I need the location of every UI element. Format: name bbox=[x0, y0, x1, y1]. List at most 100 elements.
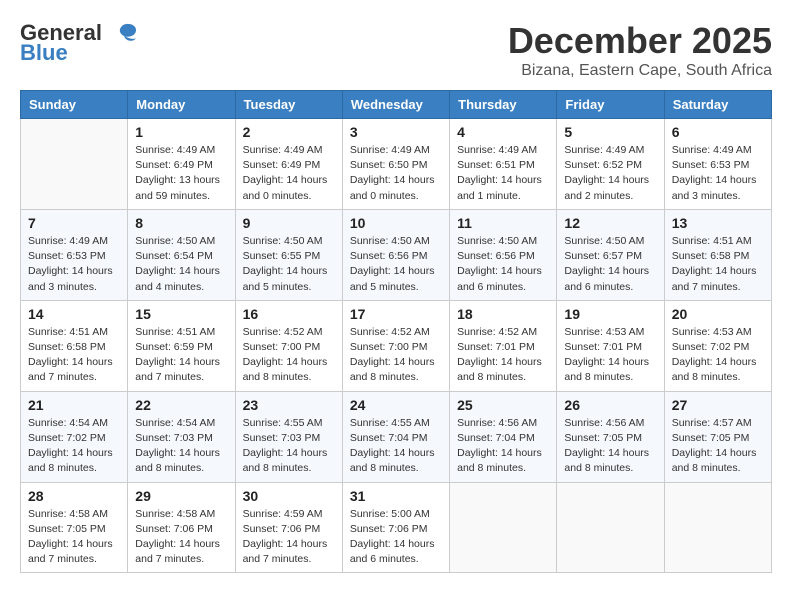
day-info: Sunrise: 4:52 AM Sunset: 7:00 PM Dayligh… bbox=[243, 325, 335, 386]
day-info: Sunrise: 4:56 AM Sunset: 7:05 PM Dayligh… bbox=[564, 416, 656, 477]
day-number: 10 bbox=[350, 215, 442, 231]
calendar-cell bbox=[450, 482, 557, 573]
calendar-day-header: Friday bbox=[557, 91, 664, 119]
calendar-cell: 16 Sunrise: 4:52 AM Sunset: 7:00 PM Dayli… bbox=[235, 300, 342, 391]
day-info: Sunrise: 4:53 AM Sunset: 7:01 PM Dayligh… bbox=[564, 325, 656, 386]
calendar-header-row: SundayMondayTuesdayWednesdayThursdayFrid… bbox=[21, 91, 772, 119]
calendar-cell: 20 Sunrise: 4:53 AM Sunset: 7:02 PM Dayli… bbox=[664, 300, 771, 391]
calendar-cell: 4Sunrise: 4:49 AM Sunset: 6:51 PM Daylig… bbox=[450, 119, 557, 210]
calendar-cell: 23Sunrise: 4:55 AM Sunset: 7:03 PM Dayli… bbox=[235, 391, 342, 482]
calendar-cell: 9Sunrise: 4:50 AM Sunset: 6:55 PM Daylig… bbox=[235, 209, 342, 300]
day-number: 21 bbox=[28, 397, 120, 413]
day-info: Sunrise: 4:54 AM Sunset: 7:02 PM Dayligh… bbox=[28, 416, 120, 477]
day-info: Sunrise: 4:51 AM Sunset: 6:59 PM Dayligh… bbox=[135, 325, 227, 386]
calendar-cell bbox=[21, 119, 128, 210]
day-number: 14 bbox=[28, 306, 120, 322]
day-number: 17 bbox=[350, 306, 442, 322]
day-info: Sunrise: 4:49 AM Sunset: 6:53 PM Dayligh… bbox=[672, 143, 764, 204]
calendar-week-row: 28 Sunrise: 4:58 AM Sunset: 7:05 PM Dayli… bbox=[21, 482, 772, 573]
day-number: 24 bbox=[350, 397, 442, 413]
calendar-cell: 24 Sunrise: 4:55 AM Sunset: 7:04 PM Dayli… bbox=[342, 391, 449, 482]
calendar-cell: 25 Sunrise: 4:56 AM Sunset: 7:04 PM Dayli… bbox=[450, 391, 557, 482]
day-number: 31 bbox=[350, 488, 442, 504]
calendar-day-header: Sunday bbox=[21, 91, 128, 119]
calendar-cell: 19 Sunrise: 4:53 AM Sunset: 7:01 PM Dayli… bbox=[557, 300, 664, 391]
calendar-cell: 15 Sunrise: 4:51 AM Sunset: 6:59 PM Dayli… bbox=[128, 300, 235, 391]
day-number: 1 bbox=[135, 124, 227, 140]
calendar-cell: 29Sunrise: 4:58 AM Sunset: 7:06 PM Dayli… bbox=[128, 482, 235, 573]
day-number: 20 bbox=[672, 306, 764, 322]
calendar-week-row: 14 Sunrise: 4:51 AM Sunset: 6:58 PM Dayli… bbox=[21, 300, 772, 391]
calendar-week-row: 1 Sunrise: 4:49 AM Sunset: 6:49 PM Daylig… bbox=[21, 119, 772, 210]
day-number: 30 bbox=[243, 488, 335, 504]
day-info: Sunrise: 4:50 AM Sunset: 6:56 PM Dayligh… bbox=[457, 234, 549, 295]
day-number: 6 bbox=[672, 124, 764, 140]
title-section: December 2025 Bizana, Eastern Cape, Sout… bbox=[508, 20, 772, 80]
day-number: 7 bbox=[28, 215, 120, 231]
day-info: Sunrise: 4:59 AM Sunset: 7:06 PM Dayligh… bbox=[243, 507, 335, 568]
calendar-cell: 14 Sunrise: 4:51 AM Sunset: 6:58 PM Dayli… bbox=[21, 300, 128, 391]
calendar-cell: 11Sunrise: 4:50 AM Sunset: 6:56 PM Dayli… bbox=[450, 209, 557, 300]
day-number: 19 bbox=[564, 306, 656, 322]
day-info: Sunrise: 4:49 AM Sunset: 6:52 PM Dayligh… bbox=[564, 143, 656, 204]
calendar-day-header: Saturday bbox=[664, 91, 771, 119]
day-info: Sunrise: 4:51 AM Sunset: 6:58 PM Dayligh… bbox=[672, 234, 764, 295]
day-number: 22 bbox=[135, 397, 227, 413]
day-number: 15 bbox=[135, 306, 227, 322]
logo-blue-text: Blue bbox=[20, 40, 68, 66]
day-info: Sunrise: 4:50 AM Sunset: 6:55 PM Dayligh… bbox=[243, 234, 335, 295]
calendar-cell: 13 Sunrise: 4:51 AM Sunset: 6:58 PM Dayli… bbox=[664, 209, 771, 300]
day-info: Sunrise: 4:52 AM Sunset: 7:00 PM Dayligh… bbox=[350, 325, 442, 386]
day-info: Sunrise: 4:52 AM Sunset: 7:01 PM Dayligh… bbox=[457, 325, 549, 386]
calendar-cell: 31 Sunrise: 5:00 AM Sunset: 7:06 PM Dayli… bbox=[342, 482, 449, 573]
calendar-cell: 18 Sunrise: 4:52 AM Sunset: 7:01 PM Dayli… bbox=[450, 300, 557, 391]
day-number: 18 bbox=[457, 306, 549, 322]
calendar-cell bbox=[557, 482, 664, 573]
day-info: Sunrise: 4:49 AM Sunset: 6:49 PM Dayligh… bbox=[135, 143, 227, 204]
day-info: Sunrise: 4:57 AM Sunset: 7:05 PM Dayligh… bbox=[672, 416, 764, 477]
calendar-week-row: 21 Sunrise: 4:54 AM Sunset: 7:02 PM Dayli… bbox=[21, 391, 772, 482]
day-info: Sunrise: 4:56 AM Sunset: 7:04 PM Dayligh… bbox=[457, 416, 549, 477]
day-info: Sunrise: 4:49 AM Sunset: 6:49 PM Dayligh… bbox=[243, 143, 335, 204]
day-number: 5 bbox=[564, 124, 656, 140]
day-info: Sunrise: 4:49 AM Sunset: 6:50 PM Dayligh… bbox=[350, 143, 442, 204]
calendar-cell: 2 Sunrise: 4:49 AM Sunset: 6:49 PM Daylig… bbox=[235, 119, 342, 210]
day-info: Sunrise: 4:55 AM Sunset: 7:03 PM Dayligh… bbox=[243, 416, 335, 477]
logo-bird-icon bbox=[106, 22, 138, 44]
calendar-cell: 27 Sunrise: 4:57 AM Sunset: 7:05 PM Dayli… bbox=[664, 391, 771, 482]
day-info: Sunrise: 4:58 AM Sunset: 7:05 PM Dayligh… bbox=[28, 507, 120, 568]
location-text: Bizana, Eastern Cape, South Africa bbox=[508, 62, 772, 80]
calendar-cell: 10 Sunrise: 4:50 AM Sunset: 6:56 PM Dayli… bbox=[342, 209, 449, 300]
calendar-cell: 6 Sunrise: 4:49 AM Sunset: 6:53 PM Daylig… bbox=[664, 119, 771, 210]
day-number: 4 bbox=[457, 124, 549, 140]
calendar-cell: 26 Sunrise: 4:56 AM Sunset: 7:05 PM Dayli… bbox=[557, 391, 664, 482]
page-header: General Blue December 2025 Bizana, Easte… bbox=[20, 20, 772, 80]
day-number: 27 bbox=[672, 397, 764, 413]
calendar-cell: 21 Sunrise: 4:54 AM Sunset: 7:02 PM Dayli… bbox=[21, 391, 128, 482]
day-info: Sunrise: 4:51 AM Sunset: 6:58 PM Dayligh… bbox=[28, 325, 120, 386]
day-info: Sunrise: 4:49 AM Sunset: 6:53 PM Dayligh… bbox=[28, 234, 120, 295]
logo: General Blue bbox=[20, 20, 138, 66]
day-number: 12 bbox=[564, 215, 656, 231]
calendar-cell bbox=[664, 482, 771, 573]
day-info: Sunrise: 4:58 AM Sunset: 7:06 PM Dayligh… bbox=[135, 507, 227, 568]
calendar-day-header: Tuesday bbox=[235, 91, 342, 119]
day-number: 3 bbox=[350, 124, 442, 140]
day-number: 25 bbox=[457, 397, 549, 413]
calendar-week-row: 7 Sunrise: 4:49 AM Sunset: 6:53 PM Daylig… bbox=[21, 209, 772, 300]
day-number: 16 bbox=[243, 306, 335, 322]
calendar-cell: 30 Sunrise: 4:59 AM Sunset: 7:06 PM Dayli… bbox=[235, 482, 342, 573]
calendar-day-header: Wednesday bbox=[342, 91, 449, 119]
day-number: 26 bbox=[564, 397, 656, 413]
day-info: Sunrise: 4:50 AM Sunset: 6:56 PM Dayligh… bbox=[350, 234, 442, 295]
day-info: Sunrise: 4:53 AM Sunset: 7:02 PM Dayligh… bbox=[672, 325, 764, 386]
calendar-cell: 22Sunrise: 4:54 AM Sunset: 7:03 PM Dayli… bbox=[128, 391, 235, 482]
calendar-cell: 3 Sunrise: 4:49 AM Sunset: 6:50 PM Daylig… bbox=[342, 119, 449, 210]
calendar-table: SundayMondayTuesdayWednesdayThursdayFrid… bbox=[20, 90, 772, 573]
day-number: 2 bbox=[243, 124, 335, 140]
day-number: 13 bbox=[672, 215, 764, 231]
calendar-day-header: Thursday bbox=[450, 91, 557, 119]
day-info: Sunrise: 5:00 AM Sunset: 7:06 PM Dayligh… bbox=[350, 507, 442, 568]
day-number: 28 bbox=[28, 488, 120, 504]
day-info: Sunrise: 4:55 AM Sunset: 7:04 PM Dayligh… bbox=[350, 416, 442, 477]
